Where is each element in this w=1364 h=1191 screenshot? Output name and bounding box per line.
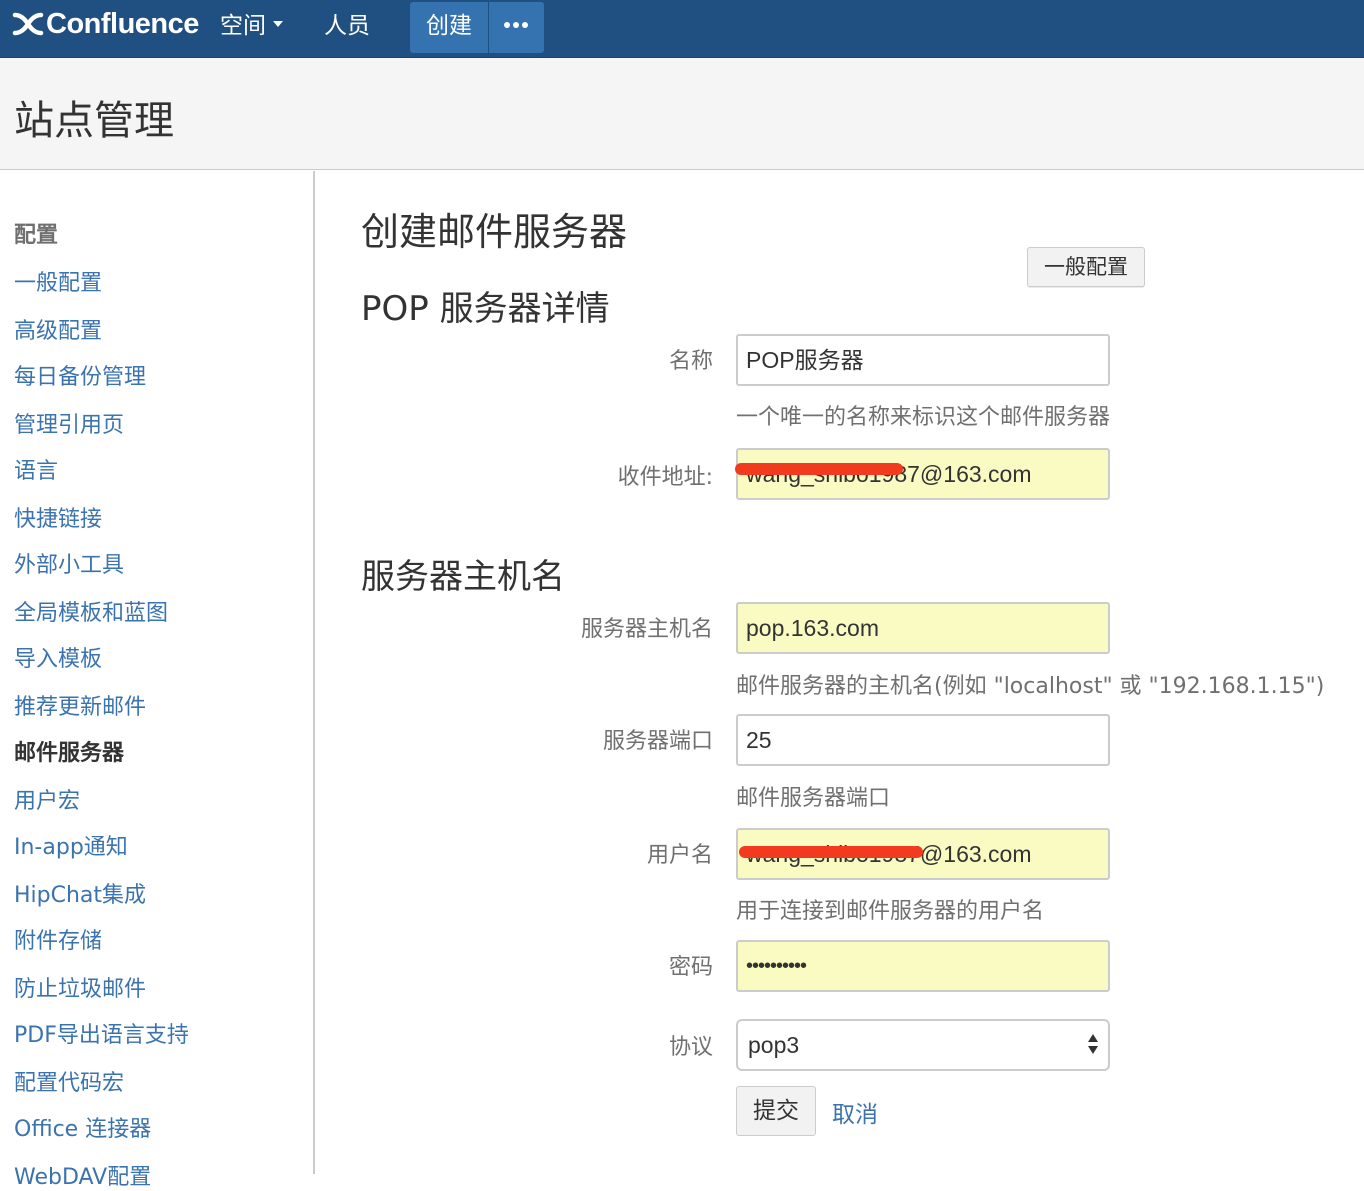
more-dots-icon xyxy=(504,22,531,28)
sidebar-item-code-macro[interactable]: 配置代码宏 xyxy=(14,1065,124,1097)
port-label: 服务器端口 xyxy=(602,729,713,754)
sidebar-item-external-gadgets[interactable]: 外部小工具 xyxy=(14,547,124,579)
submit-button[interactable]: 提交 xyxy=(736,1086,816,1136)
nav-spaces-label: 空间 xyxy=(220,13,266,39)
sidebar-item-webdav[interactable]: WebDAV配置 xyxy=(14,1159,151,1191)
sidebar-item-global-templates[interactable]: 全局模板和蓝图 xyxy=(14,595,168,627)
sidebar-item-recommended-updates[interactable]: 推荐更新邮件 xyxy=(14,689,146,721)
password-label: 密码 xyxy=(668,955,713,980)
page-title: 站点管理 xyxy=(14,98,174,144)
name-input[interactable]: POP服务器 xyxy=(736,334,1110,386)
sidebar-item-import-templates[interactable]: 导入模板 xyxy=(14,641,102,673)
form-title: 创建邮件服务器 xyxy=(361,210,628,254)
port-help-text: 邮件服务器端口 xyxy=(736,786,891,811)
sidebar-item-in-app-notifications[interactable]: In-app通知 xyxy=(14,829,128,861)
caret-down-icon xyxy=(273,20,283,27)
redaction-mark xyxy=(739,846,923,858)
sidebar-item-office-connector[interactable]: Office 连接器 xyxy=(14,1111,151,1143)
sidebar-item-user-macros[interactable]: 用户宏 xyxy=(14,783,80,815)
confluence-logo[interactable]: Confluence xyxy=(12,6,199,42)
confluence-x-icon xyxy=(12,12,44,36)
sidebar-heading-config: 配置 xyxy=(14,223,59,248)
nav-spaces-menu[interactable]: 空间 xyxy=(220,10,283,42)
sidebar-item-spam-prevention[interactable]: 防止垃圾邮件 xyxy=(14,971,146,1003)
sidebar-item-daily-backup[interactable]: 每日备份管理 xyxy=(14,359,146,391)
pop-section-title: POP 服务器详情 xyxy=(361,289,610,329)
sidebar-item-shortcut-links[interactable]: 快捷链接 xyxy=(14,501,102,533)
admin-sidebar: 配置 一般配置 高级配置 每日备份管理 管理引用页 语言 快捷链接 外部小工具 … xyxy=(0,171,315,1190)
host-label: 服务器主机名 xyxy=(580,617,713,642)
protocol-label: 协议 xyxy=(668,1035,713,1060)
name-help-text: 一个唯一的名称来标识这个邮件服务器 xyxy=(736,405,1111,430)
top-navigation-bar: Confluence 空间 人员 创建 xyxy=(0,0,1364,58)
name-label: 名称 xyxy=(668,349,713,374)
sidebar-item-referrers[interactable]: 管理引用页 xyxy=(14,407,124,439)
select-updown-icon xyxy=(1088,1034,1098,1056)
host-input[interactable]: pop.163.com xyxy=(736,602,1110,654)
page-header: 站点管理 xyxy=(0,58,1364,170)
address-label: 收件地址: xyxy=(617,465,713,490)
protocol-selected-value: pop3 xyxy=(748,1032,800,1058)
logo-text: Confluence xyxy=(46,7,199,40)
sidebar-item-general-config[interactable]: 一般配置 xyxy=(14,265,102,297)
sidebar-item-mail-servers[interactable]: 邮件服务器 xyxy=(14,735,124,767)
password-input[interactable]: •••••••••• xyxy=(736,940,1110,992)
username-label: 用户名 xyxy=(646,843,713,868)
host-section-title: 服务器主机名 xyxy=(361,557,565,597)
sidebar-item-advanced-config[interactable]: 高级配置 xyxy=(14,313,102,345)
sidebar-item-hipchat[interactable]: HipChat集成 xyxy=(14,877,146,909)
username-help-text: 用于连接到邮件服务器的用户名 xyxy=(736,899,1045,924)
host-help-text: 邮件服务器的主机名(例如 "localhost" 或 "192.168.1.15… xyxy=(736,674,1325,699)
redaction-mark xyxy=(735,463,903,475)
sidebar-item-languages[interactable]: 语言 xyxy=(14,453,58,485)
protocol-select[interactable]: pop3 xyxy=(736,1019,1110,1071)
sidebar-item-attachment-storage[interactable]: 附件存储 xyxy=(14,923,102,955)
mail-server-form: 创建邮件服务器 一般配置 POP 服务器详情 名称 POP服务器 一个唯一的名称… xyxy=(317,171,1364,1174)
create-button[interactable]: 创建 xyxy=(410,2,488,53)
general-config-button[interactable]: 一般配置 xyxy=(1027,247,1145,287)
port-input[interactable]: 25 xyxy=(736,714,1110,766)
more-create-button[interactable] xyxy=(489,2,544,53)
nav-people-link[interactable]: 人员 xyxy=(324,10,370,42)
sidebar-item-pdf-language[interactable]: PDF导出语言支持 xyxy=(14,1017,189,1049)
cancel-link[interactable]: 取消 xyxy=(832,1095,878,1129)
